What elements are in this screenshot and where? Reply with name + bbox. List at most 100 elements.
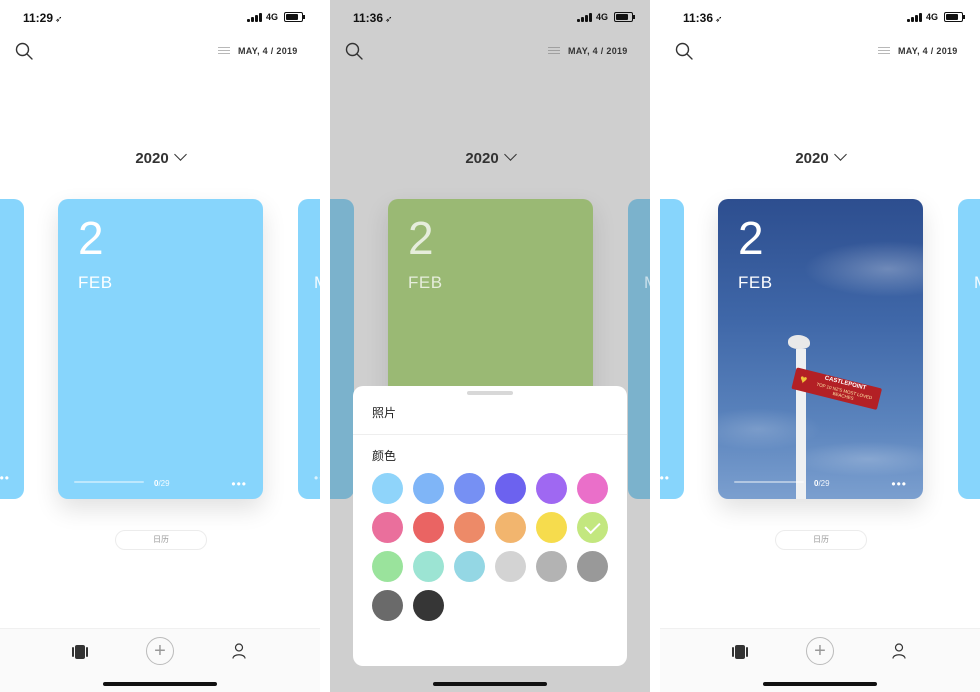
card-day: 2 [408, 212, 434, 264]
home-indicator [103, 682, 217, 686]
color-swatch[interactable] [577, 551, 608, 582]
search-icon[interactable] [345, 42, 363, 60]
heart-icon: ♥ [798, 371, 809, 387]
card-month: FEB [408, 273, 443, 292]
header-date-text: MAY, 4 / 2019 [238, 46, 298, 56]
header-date[interactable]: MAY, 4 / 2019 [878, 44, 958, 58]
status-bar: 11:29 ➶ 4G [0, 0, 320, 34]
color-swatch[interactable] [413, 473, 444, 504]
status-bar: 11:36 ➶ 4G [660, 0, 980, 34]
year-selector[interactable]: 2020 [330, 148, 650, 167]
color-swatch[interactable] [495, 473, 526, 504]
card-day: 2 [738, 212, 764, 264]
cards-tab-icon[interactable] [72, 645, 88, 659]
year-label: 2020 [795, 150, 829, 167]
screen-color-picker: 11:36➶ 4G MAY, 4 / 2019 2020 M 2 FEB 照片 … [330, 0, 650, 692]
calendar-button[interactable]: 日历 [775, 530, 867, 550]
color-swatch[interactable] [577, 473, 608, 504]
color-swatch[interactable] [454, 473, 485, 504]
next-month-letter: M [644, 273, 650, 293]
home-indicator [763, 682, 877, 686]
date-lines-icon [548, 47, 560, 55]
add-button[interactable]: + [806, 637, 834, 665]
network-label: 4G [596, 12, 609, 22]
header-date[interactable]: MAY, 4 / 2019 [218, 44, 298, 58]
color-swatch[interactable] [413, 512, 444, 543]
card-month: FEB [78, 273, 113, 292]
home-indicator [433, 682, 547, 686]
status-time: 11:36 ➶ [353, 11, 393, 25]
bottom-sheet: 照片 颜色 [353, 386, 627, 666]
color-section-label: 颜色 [372, 449, 397, 463]
more-icon[interactable]: ••• [891, 478, 907, 490]
battery-icon [944, 12, 965, 22]
battery-icon [614, 12, 635, 22]
color-swatch[interactable] [454, 551, 485, 582]
prev-month-card[interactable]: ••• [660, 199, 684, 499]
calendar-button[interactable]: 日历 [115, 530, 207, 550]
chevron-down-icon [503, 148, 517, 161]
color-swatch[interactable] [536, 512, 567, 543]
seagull [788, 335, 810, 349]
date-lines-icon [218, 47, 230, 55]
add-button[interactable]: + [146, 637, 174, 665]
header-date-text: MAY, 4 / 2019 [898, 46, 958, 56]
more-icon: ••• [660, 471, 670, 485]
status-bar: 11:36 ➶ 4G [330, 0, 650, 34]
color-swatch[interactable] [372, 590, 403, 621]
signal-icon [907, 13, 923, 22]
color-swatch[interactable] [413, 551, 444, 582]
color-swatch[interactable] [577, 512, 608, 543]
header-date-text: MAY, 4 / 2019 [568, 46, 628, 56]
date-lines-icon [878, 47, 890, 55]
color-swatch[interactable] [454, 512, 485, 543]
year-selector[interactable]: 2020 [660, 148, 980, 167]
month-card[interactable]: 2 FEB 0/29 ••• [58, 199, 263, 499]
more-icon: ••• [314, 471, 320, 485]
card-count: 0/29 [154, 479, 170, 488]
next-month-card[interactable]: M [628, 199, 650, 499]
color-swatch-grid [372, 473, 622, 621]
profile-icon[interactable] [892, 643, 906, 659]
color-swatch[interactable] [413, 590, 444, 621]
color-swatch[interactable] [372, 512, 403, 543]
color-swatch[interactable] [495, 551, 526, 582]
prev-month-card[interactable] [330, 199, 354, 499]
screen-blue-card: 11:29➶ 4G MAY, 4 / 2019 2020 ••• M ••• 2… [0, 0, 320, 692]
card-progress-bar [74, 481, 144, 483]
color-swatch[interactable] [372, 551, 403, 582]
more-icon: ••• [0, 471, 10, 485]
year-selector[interactable]: 2020 [0, 148, 320, 167]
more-icon[interactable]: ••• [231, 478, 247, 490]
search-icon[interactable] [675, 42, 693, 60]
color-swatch[interactable] [536, 551, 567, 582]
cards-tab-icon[interactable] [732, 645, 748, 659]
color-swatch[interactable] [495, 512, 526, 543]
header-date[interactable]: MAY, 4 / 2019 [548, 44, 628, 58]
card-day: 2 [78, 212, 104, 264]
signal-icon [577, 13, 593, 22]
screen-photo-card: 11:36➶ 4G MAY, 4 / 2019 2020 ••• M ♥ CAS… [660, 0, 980, 692]
chevron-down-icon [833, 148, 847, 161]
profile-icon[interactable] [232, 643, 246, 659]
battery-icon [284, 12, 305, 22]
card-month: FEB [738, 273, 773, 292]
status-time: 11:29 ➶ [23, 11, 63, 25]
month-card[interactable]: ♥ CASTLEPOINT TOP 10 NZ'S MOST LOVED BEA… [718, 199, 923, 499]
photo-option[interactable]: 照片 [372, 404, 396, 421]
search-icon[interactable] [15, 42, 33, 60]
next-month-card[interactable]: M ••• [298, 199, 320, 499]
prev-month-card[interactable]: ••• [0, 199, 24, 499]
year-label: 2020 [135, 150, 169, 167]
network-label: 4G [926, 12, 939, 22]
color-swatch[interactable] [372, 473, 403, 504]
card-count: 0/29 [814, 479, 830, 488]
year-label: 2020 [465, 150, 499, 167]
card-progress-bar [734, 481, 804, 483]
chevron-down-icon [173, 148, 187, 161]
signal-icon [247, 13, 263, 22]
next-month-card[interactable]: M [958, 199, 980, 499]
status-time: 11:36 ➶ [683, 11, 723, 25]
sheet-grabber[interactable] [467, 391, 513, 395]
color-swatch[interactable] [536, 473, 567, 504]
